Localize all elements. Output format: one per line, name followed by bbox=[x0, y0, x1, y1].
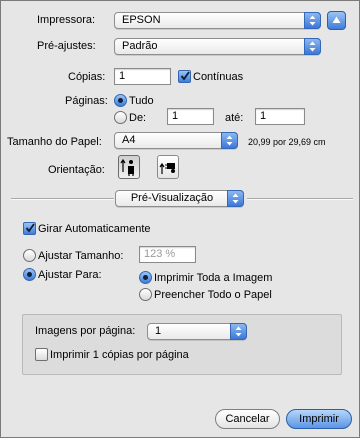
collated-label: Contínuas bbox=[193, 71, 244, 83]
fit-label: Ajustar Para: bbox=[38, 269, 102, 281]
paper-size-popup[interactable]: A4 bbox=[114, 132, 238, 149]
pages-all-label: Tudo bbox=[129, 95, 154, 107]
pages-to-field[interactable]: 1 bbox=[255, 108, 305, 125]
paper-size-label: Tamanho do Papel: bbox=[7, 136, 102, 148]
fit-print-entire-radio[interactable] bbox=[139, 271, 152, 284]
orientation-portrait-button[interactable] bbox=[118, 155, 140, 179]
paper-size-value: A4 bbox=[122, 134, 136, 146]
images-per-page-value: 1 bbox=[155, 325, 162, 337]
copies-value: 1 bbox=[119, 70, 126, 82]
pages-from-label: De: bbox=[129, 112, 147, 124]
separator-right bbox=[247, 198, 353, 200]
auto-rotate-label: Girar Automaticamente bbox=[38, 223, 151, 235]
scale-label: Ajustar Tamanho: bbox=[38, 250, 124, 262]
up-down-arrows-icon bbox=[230, 323, 247, 340]
images-per-page-popup[interactable]: 1 bbox=[147, 323, 247, 340]
orientation-landscape-button[interactable] bbox=[157, 155, 179, 179]
images-per-page-label: Imagens por página: bbox=[35, 325, 136, 337]
fit-radio[interactable] bbox=[23, 268, 36, 281]
pages-all-radio[interactable] bbox=[114, 94, 127, 107]
pages-label: Páginas: bbox=[65, 95, 108, 107]
up-down-arrows-icon bbox=[221, 132, 238, 149]
fit-fill-paper-label: Preencher Todo o Papel bbox=[154, 289, 272, 301]
panel-selector-value: Pré-Visualização bbox=[130, 192, 214, 204]
presets-label: Pré-ajustes: bbox=[37, 40, 96, 52]
paper-dimensions: 20,99 por 29,69 cm bbox=[248, 137, 326, 147]
portrait-orientation-icon bbox=[120, 158, 134, 176]
scale-value: 123 % bbox=[144, 248, 176, 260]
cancel-button[interactable]: Cancelar bbox=[215, 409, 280, 429]
landscape-orientation-icon bbox=[159, 162, 175, 174]
fit-print-entire-label: Imprimir Toda a Imagem bbox=[154, 272, 273, 284]
print-button[interactable]: Imprimir bbox=[286, 409, 352, 429]
presets-value: Padrão bbox=[122, 40, 158, 52]
panel-selector-popup[interactable]: Pré-Visualização bbox=[115, 190, 244, 207]
auto-rotate-checkbox[interactable] bbox=[23, 222, 36, 235]
printer-popup[interactable]: EPSON bbox=[114, 12, 321, 29]
pages-from-field[interactable]: 1 bbox=[167, 108, 214, 125]
copies-per-page-label: Imprimir 1 cópias por página bbox=[50, 349, 189, 361]
fit-fill-paper-radio[interactable] bbox=[139, 288, 152, 301]
checkmark-icon bbox=[180, 71, 190, 81]
pages-to-label: até: bbox=[225, 112, 244, 124]
checkmark-icon bbox=[25, 223, 35, 233]
pages-to-value: 1 bbox=[260, 110, 267, 122]
up-down-arrows-icon bbox=[304, 12, 321, 29]
presets-popup[interactable]: Padrão bbox=[114, 38, 321, 55]
collated-checkbox[interactable] bbox=[178, 70, 191, 83]
separator-left bbox=[11, 198, 114, 200]
copies-label: Cópias: bbox=[68, 71, 106, 83]
copies-per-page-checkbox[interactable] bbox=[35, 348, 48, 361]
layout-group-box: Imagens por página: 1 Imprimir 1 cópias … bbox=[22, 314, 342, 375]
scale-radio[interactable] bbox=[23, 249, 36, 262]
scale-field[interactable]: 123 % bbox=[139, 246, 196, 263]
pages-from-value: 1 bbox=[172, 110, 179, 122]
copies-field[interactable]: 1 bbox=[114, 68, 171, 85]
printer-value: EPSON bbox=[122, 14, 161, 26]
pages-range-radio[interactable] bbox=[114, 111, 127, 124]
disclosure-button[interactable] bbox=[327, 11, 346, 30]
print-dialog: Impressora: EPSON Pré-ajustes: Padrão Có… bbox=[0, 0, 360, 438]
printer-label: Impressora: bbox=[37, 14, 96, 26]
up-down-arrows-icon bbox=[304, 38, 321, 55]
orientation-label: Orientação: bbox=[48, 164, 105, 176]
disclosure-triangle-icon bbox=[332, 16, 341, 23]
up-down-arrows-icon bbox=[227, 190, 244, 207]
